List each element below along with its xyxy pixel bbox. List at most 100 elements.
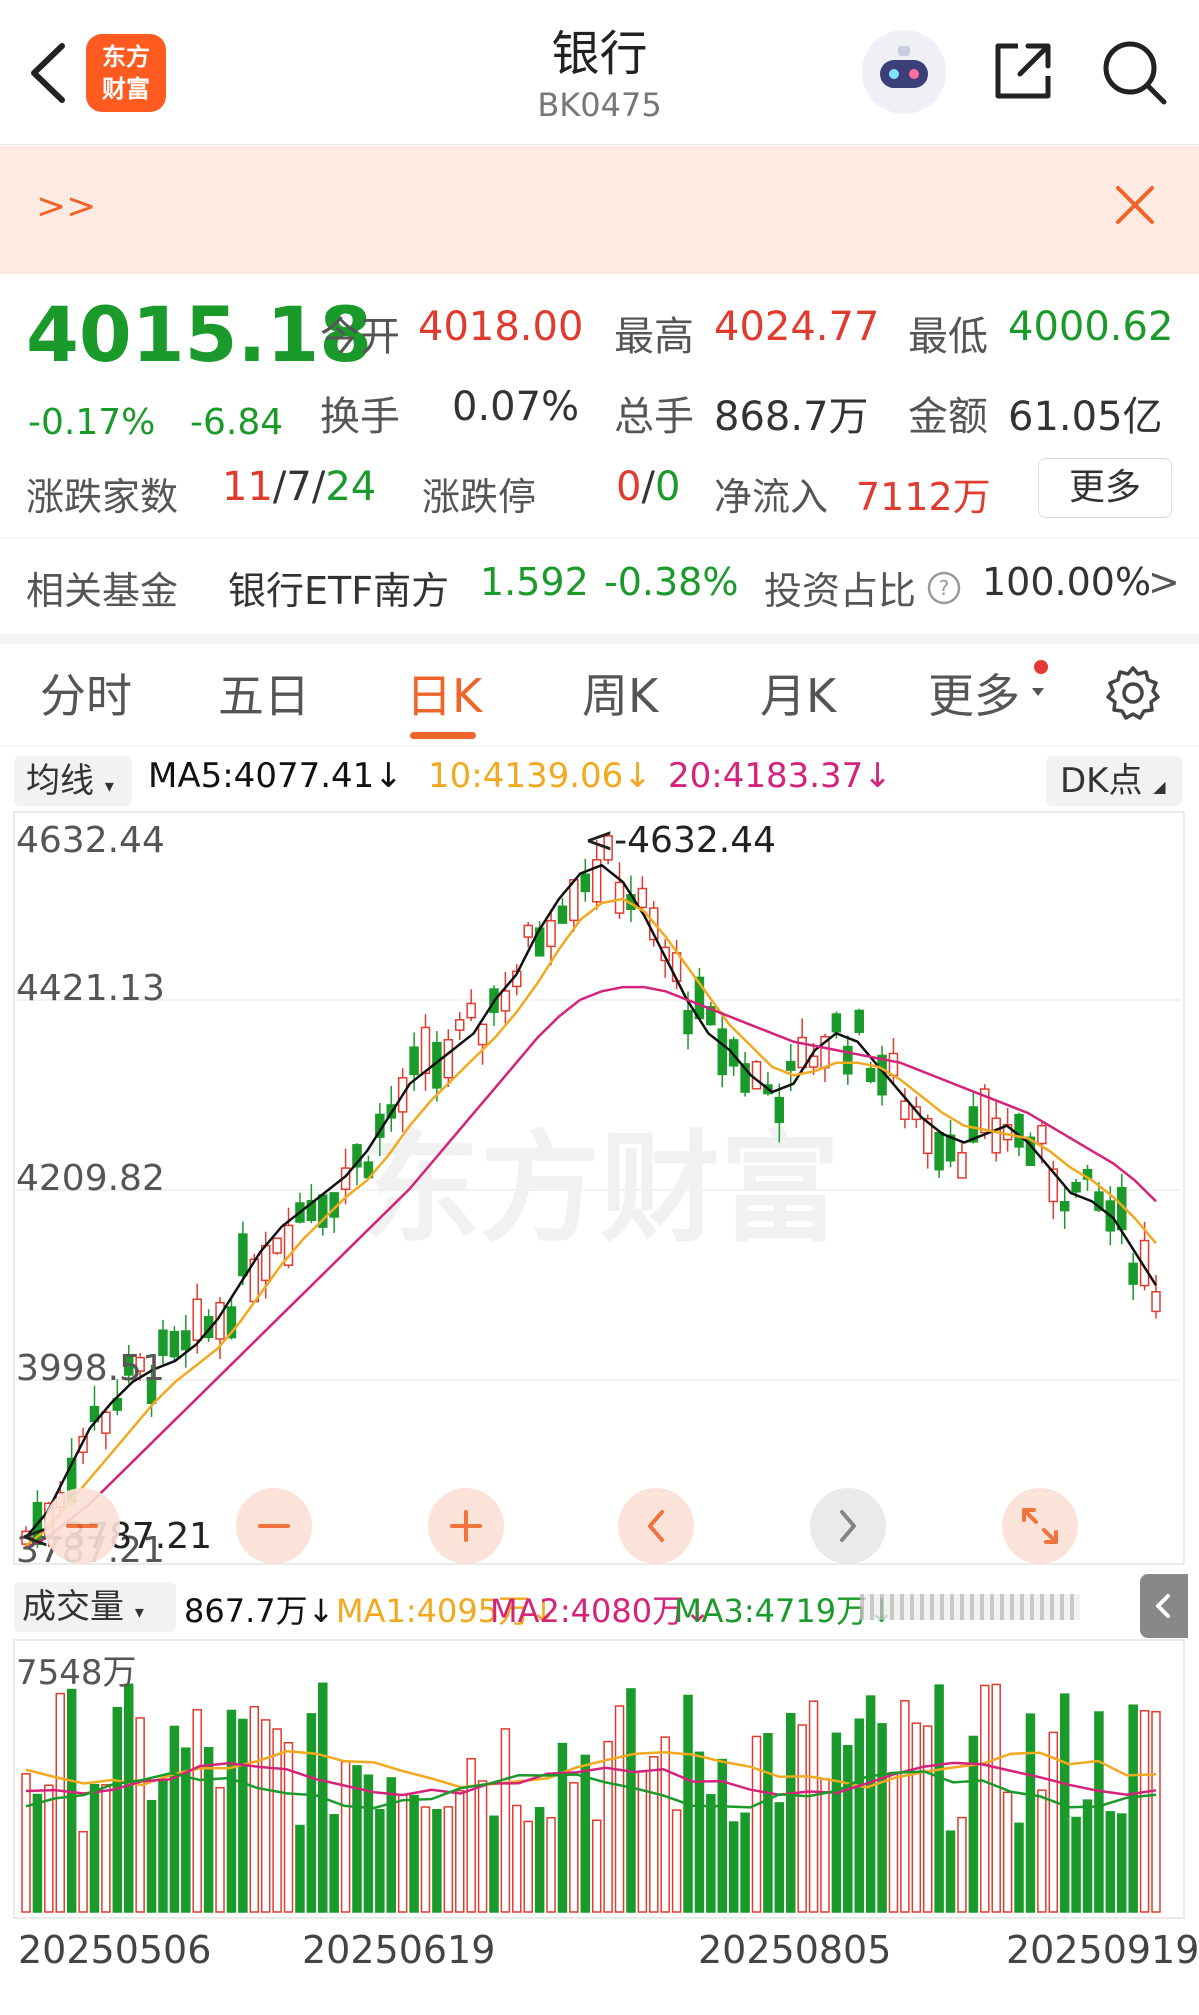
volume-bar (135, 1717, 145, 1913)
candle-body (454, 1019, 465, 1031)
volume-bar (706, 1794, 716, 1913)
volume-bar (21, 1773, 31, 1913)
candle-body (831, 1013, 842, 1033)
candle-body (272, 1237, 282, 1254)
volume-bar (44, 1784, 54, 1913)
candle-body (865, 1067, 876, 1083)
volume-bar (89, 1783, 100, 1913)
volume-bar (1059, 1693, 1070, 1913)
volume-bar (260, 1719, 271, 1913)
volume-bar (329, 1814, 339, 1913)
zoom-in-button[interactable] (428, 1488, 504, 1564)
volume-bar (957, 1816, 967, 1913)
volume-bar (1117, 1813, 1127, 1913)
volume-bar (66, 1688, 77, 1913)
chevron-right-icon (840, 1510, 856, 1542)
volume-bar (146, 1799, 157, 1913)
volume-bar (671, 1809, 682, 1913)
volume-bar (649, 1756, 659, 1913)
candle-body (523, 924, 533, 938)
candle-body (238, 1233, 248, 1277)
volume-bar (820, 1778, 830, 1913)
volume-bar (101, 1784, 111, 1913)
volume-bar (831, 1732, 842, 1913)
volume-bar (1094, 1711, 1104, 1913)
zoom-out-button[interactable] (44, 1488, 120, 1564)
candle-body (409, 1046, 419, 1076)
volume-bar (249, 1705, 260, 1913)
volume-bar (843, 1744, 853, 1913)
volume-bar (477, 1780, 488, 1913)
zoom-out-button-2[interactable] (236, 1488, 312, 1564)
volume-bar (945, 1830, 956, 1913)
volume-indicator-select[interactable]: 成交量 ▾ (14, 1582, 176, 1632)
volume-bar (420, 1806, 431, 1913)
candle-body (546, 919, 556, 948)
candle-body (181, 1330, 191, 1351)
candle-body (420, 1026, 431, 1075)
fullscreen-button[interactable] (1002, 1488, 1078, 1564)
volume-bar (500, 1728, 511, 1913)
volume-bar (454, 1789, 465, 1913)
volume-bar (295, 1824, 305, 1913)
minus-icon (66, 1524, 98, 1528)
volume-bar (215, 1786, 225, 1913)
volume-bar (934, 1684, 944, 1913)
candle-body (1151, 1291, 1161, 1313)
candle-body (991, 1117, 1001, 1154)
y-tick-label: 4632.44 (16, 820, 165, 861)
volume-bar (911, 1722, 922, 1913)
volume-bar (397, 1793, 408, 1913)
candle-body (1059, 1200, 1070, 1212)
candle-body (500, 990, 511, 1012)
y-tick-label: 4421.13 (16, 968, 165, 1009)
volume-bar (763, 1733, 773, 1913)
volume-bar (1139, 1710, 1150, 1913)
candle-body (934, 1131, 944, 1171)
volume-bar (751, 1735, 762, 1913)
candle-body (1014, 1113, 1024, 1148)
y-tick-label: 3998.51 (16, 1348, 165, 1389)
x-axis-date-label: 20250619 (302, 1928, 496, 1972)
scroll-right-button[interactable] (810, 1488, 886, 1564)
volume-bar (728, 1821, 739, 1913)
volume-bar (1014, 1822, 1024, 1913)
kline-chart[interactable]: 东方财富 4632.44 4421.13 4209.82 3998.51 378… (0, 0, 1199, 2015)
volume-bar (1025, 1713, 1036, 1913)
volume-bar (55, 1692, 65, 1913)
volume-bar (626, 1688, 636, 1913)
volume-bar (1082, 1799, 1093, 1913)
blurred-overlay (860, 1594, 1080, 1620)
volume-bar (443, 1806, 454, 1913)
volume-bar (512, 1804, 522, 1913)
ma20-line (25, 985, 1157, 1550)
volume-bar (158, 1779, 168, 1913)
volume-max-label: 7548万 (16, 1653, 137, 1693)
collapse-panel-button[interactable] (1140, 1574, 1188, 1638)
volume-bar (569, 1782, 579, 1913)
volume-bar (557, 1742, 568, 1913)
vol-select-label: 成交量 (22, 1587, 124, 1627)
volume-bar (774, 1802, 785, 1913)
volume-bar (226, 1709, 237, 1913)
volume-bar (1071, 1816, 1081, 1913)
expand-icon (1022, 1508, 1058, 1544)
candle-body (1037, 1124, 1047, 1145)
volume-bar (1128, 1704, 1138, 1913)
candle-body (683, 1010, 693, 1035)
candle-body (900, 1100, 910, 1120)
volume-bar (112, 1706, 123, 1913)
volume-bar (203, 1747, 214, 1913)
volume-bar (1105, 1811, 1116, 1913)
candle-body (192, 1298, 202, 1341)
max-price-marker: <-4632.44 (584, 820, 776, 861)
volume-bar (888, 1771, 899, 1913)
candle-body (477, 1023, 488, 1046)
scroll-left-button[interactable] (618, 1488, 694, 1564)
volume-bar (660, 1736, 670, 1913)
chevron-left-icon (1156, 1594, 1170, 1618)
volume-bar (865, 1695, 876, 1913)
volume-bar (432, 1808, 442, 1913)
candle-body (1128, 1262, 1138, 1285)
volume-bar (192, 1709, 202, 1913)
